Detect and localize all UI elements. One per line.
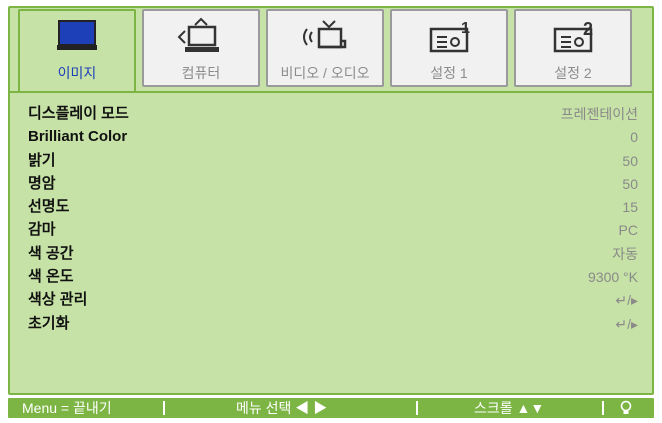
tab-bar: 이미지 컴퓨터 비디오 / 오디오 1 설정 1 2 설정 2 — [18, 9, 648, 93]
projector-setup1-icon: 1 — [392, 17, 506, 61]
setting-label: 색상 관리 — [28, 291, 88, 309]
video-audio-icon — [268, 17, 382, 61]
tab-computer-label: 컴퓨터 — [181, 65, 221, 81]
tab-divider — [10, 91, 652, 93]
settings-list: 디스플레이 모드 프레젠테이션 Brilliant Color 0 밝기 50 … — [28, 104, 638, 337]
tab-setup1[interactable]: 1 설정 1 — [390, 9, 508, 87]
footer-scroll: 스크롤 ▲▼ — [474, 400, 545, 416]
monitor-icon — [20, 17, 134, 61]
osd-menu: 이미지 컴퓨터 비디오 / 오디오 1 설정 1 2 설정 2 디스플레이 모드… — [0, 0, 662, 423]
enter-arrow-icon: ↵/▸ — [615, 315, 638, 332]
setting-label: 초기화 — [28, 314, 70, 332]
setting-color-management[interactable]: 색상 관리 ↵/▸ — [28, 290, 638, 313]
svg-text:2: 2 — [583, 19, 593, 39]
setting-label: 감마 — [28, 221, 56, 239]
tab-computer[interactable]: 컴퓨터 — [142, 9, 260, 87]
footer-menu-select: 메뉴 선택 ◀ ▶ — [236, 400, 328, 416]
setting-color-space[interactable]: 색 공간 자동 — [28, 244, 638, 267]
setting-label: 명암 — [28, 174, 56, 192]
footer-divider — [416, 401, 418, 415]
setting-value: 15 — [622, 199, 638, 216]
setting-label: 디스플레이 모드 — [28, 105, 129, 122]
setting-gamma[interactable]: 감마 PC — [28, 220, 638, 243]
footer-divider — [163, 401, 165, 415]
setting-label: 선명도 — [28, 198, 70, 216]
setting-color-temp[interactable]: 색 온도 9300 °K — [28, 267, 638, 290]
tab-image-label: 이미지 — [57, 65, 97, 81]
setting-contrast[interactable]: 명암 50 — [28, 174, 638, 197]
setting-label: Brilliant Color — [28, 128, 128, 146]
enter-arrow-icon: ↵/▸ — [615, 292, 638, 309]
footer-menu-exit: Menu = 끝내기 — [22, 400, 112, 416]
tab-setup1-label: 설정 1 — [430, 65, 468, 81]
setting-value: 9300 °K — [588, 269, 638, 286]
svg-text:1: 1 — [461, 20, 470, 37]
footer-bar: Menu = 끝내기 메뉴 선택 ◀ ▶ 스크롤 ▲▼ — [8, 398, 654, 418]
tab-video-audio[interactable]: 비디오 / 오디오 — [266, 9, 384, 87]
projector-setup2-icon: 2 — [516, 17, 630, 61]
setting-reset[interactable]: 초기화 ↵/▸ — [28, 314, 638, 337]
tab-setup2[interactable]: 2 설정 2 — [514, 9, 632, 87]
setting-brilliant-color[interactable]: Brilliant Color 0 — [28, 127, 638, 150]
computer-icon — [144, 17, 258, 61]
tab-setup2-label: 설정 2 — [554, 65, 592, 81]
footer-divider — [602, 401, 604, 415]
lamp-icon — [620, 400, 632, 420]
setting-display-mode[interactable]: 디스플레이 모드 프레젠테이션 — [28, 104, 638, 127]
setting-value: 0 — [630, 129, 638, 146]
setting-value: PC — [618, 222, 638, 239]
setting-value: 프레젠테이션 — [560, 106, 638, 122]
setting-value: 50 — [622, 152, 638, 169]
tab-image[interactable]: 이미지 — [18, 9, 136, 93]
setting-brightness[interactable]: 밝기 50 — [28, 151, 638, 174]
setting-label: 색 공간 — [28, 244, 74, 262]
setting-value: 50 — [622, 175, 638, 192]
setting-sharpness[interactable]: 선명도 15 — [28, 197, 638, 220]
tab-video-audio-label: 비디오 / 오디오 — [280, 65, 370, 81]
setting-label: 밝기 — [28, 151, 56, 169]
setting-value: 자동 — [612, 245, 638, 262]
setting-label: 색 온도 — [28, 268, 74, 286]
